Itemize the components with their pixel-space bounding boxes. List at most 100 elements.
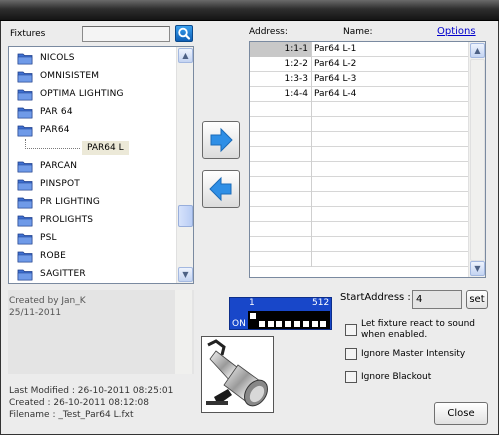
- tree-item[interactable]: OPTIMA LIGHTING: [9, 85, 177, 103]
- tree-item[interactable]: SAGITTER: [9, 265, 177, 283]
- filename-text: Filename : _Test_Par64 L.fxt: [9, 410, 134, 420]
- grid-row-empty[interactable]: [250, 147, 471, 162]
- grid-address-cell: 1:3-3: [250, 72, 312, 87]
- fixture-image: [201, 336, 274, 413]
- grid-row[interactable]: 1:2-2 Par64 L-2: [250, 57, 471, 72]
- tree-item-label: NICOLS: [40, 53, 75, 63]
- search-button[interactable]: [175, 25, 193, 42]
- grid-scroll-down-button[interactable]: ▼: [470, 261, 485, 276]
- grid-scroll-up-button[interactable]: ▲: [470, 43, 485, 58]
- tree-child-item[interactable]: PAR64 L: [19, 139, 169, 157]
- grid-name-cell: Par64 L-1: [314, 44, 357, 54]
- grid-row-empty[interactable]: [250, 207, 471, 222]
- scroll-up-button[interactable]: ▲: [178, 48, 193, 63]
- start-address-label: StartAddress :: [340, 292, 411, 303]
- folder-icon: [17, 161, 33, 173]
- tree-item[interactable]: PAR64: [9, 121, 177, 139]
- sound-reactive-label: Let fixture react to sound when enabled.: [361, 319, 476, 340]
- grid-scrollbar[interactable]: ▲ ▼: [468, 42, 485, 277]
- grid-address-cell: [250, 177, 312, 192]
- folder-icon: [17, 233, 33, 245]
- dmx-on-label: ON: [232, 319, 246, 329]
- dmx-switch: [250, 313, 256, 319]
- folder-icon: [17, 53, 33, 65]
- tree-child-label: PAR64 L: [82, 141, 129, 155]
- arrow-right-icon: [210, 127, 233, 153]
- scroll-down-button[interactable]: ▼: [178, 267, 193, 282]
- dmx-start-label: 1: [249, 298, 255, 308]
- tree-item-label: PSL: [40, 233, 57, 243]
- tree-item[interactable]: PINSPOT: [9, 175, 177, 193]
- tree-item[interactable]: NICOLS: [9, 49, 177, 67]
- grid-row[interactable]: 1:4-4 Par64 L-4: [250, 87, 471, 102]
- grid-address-cell: [250, 102, 312, 117]
- sound-reactive-checkbox[interactable]: [345, 324, 357, 336]
- remove-fixture-button[interactable]: [202, 170, 240, 208]
- grid-row-empty[interactable]: [250, 117, 471, 132]
- grid-row[interactable]: 1:3-3 Par64 L-3: [250, 72, 471, 87]
- grid-address-cell: [250, 207, 312, 222]
- scroll-thumb[interactable]: [178, 205, 193, 227]
- grid-address-cell: [250, 192, 312, 207]
- grid-row-empty[interactable]: [250, 132, 471, 147]
- grid-row-empty[interactable]: [250, 102, 471, 117]
- created-date-text: 25/11-2011: [9, 308, 62, 318]
- grid-address-cell: 1:1-1: [250, 42, 312, 57]
- fixture-info-panel: Created by Jan_K 25/11-2011: [8, 290, 194, 374]
- folder-icon: [17, 71, 33, 83]
- tree-item-label: SAGITTER: [40, 269, 86, 279]
- grid-row-empty[interactable]: [250, 162, 471, 177]
- grid-scroll-track: [470, 59, 485, 261]
- grid-row-empty[interactable]: [250, 192, 471, 207]
- ignore-master-checkbox[interactable]: [345, 348, 357, 360]
- folder-icon: [17, 269, 33, 281]
- grid-address-cell: 1:2-2: [250, 57, 312, 72]
- dmx-switch: [267, 321, 274, 327]
- window-titlebar[interactable]: [0, 0, 499, 21]
- grid-address-cell: 1:4-4: [250, 87, 312, 102]
- created-text: Created : 26-10-2011 08:12:08: [9, 398, 149, 408]
- tree-scrollbar[interactable]: ▲ ▼: [176, 47, 193, 283]
- add-fixture-button[interactable]: [202, 121, 240, 159]
- ignore-master-label: Ignore Master Intensity: [361, 349, 466, 359]
- fixture-search-input[interactable]: [82, 26, 170, 42]
- dmx-switch: [302, 321, 309, 327]
- tree-item-label: PARCAN: [40, 161, 78, 171]
- last-modified-text: Last Modified : 26-10-2011 08:25:01: [9, 386, 174, 396]
- folder-icon: [17, 197, 33, 209]
- grid-address-cell: [250, 237, 312, 252]
- fixture-tree[interactable]: NICOLS OMNISISTEM OPTIMA LIGHTING PAR 64 PAR…: [8, 46, 194, 284]
- grid-row[interactable]: 1:1-1 Par64 L-1: [250, 42, 471, 57]
- search-icon: [178, 27, 191, 40]
- tree-item[interactable]: PAR 64: [9, 103, 177, 121]
- info-scrollbar[interactable]: [175, 290, 192, 374]
- fixtures-label: Fixtures: [10, 29, 46, 39]
- options-link[interactable]: Options: [437, 26, 476, 37]
- tree-item[interactable]: PSL: [9, 229, 177, 247]
- dmx-dip-switches: [248, 311, 330, 329]
- start-address-input[interactable]: 4: [412, 290, 462, 309]
- set-address-button[interactable]: set: [466, 290, 488, 309]
- patch-grid[interactable]: 1:1-1 Par64 L-1 1:2-2 Par64 L-2 1:3-3 Par64 L…: [249, 41, 486, 278]
- grid-row-empty[interactable]: [250, 177, 471, 192]
- folder-icon: [17, 179, 33, 191]
- grid-address-cell: [250, 132, 312, 147]
- grid-row-empty[interactable]: [250, 222, 471, 237]
- close-button[interactable]: Close: [434, 402, 488, 425]
- grid-name-cell: Par64 L-4: [314, 89, 357, 99]
- grid-row-empty[interactable]: [250, 237, 471, 252]
- ignore-blackout-checkbox[interactable]: [345, 371, 357, 383]
- tree-connector: [25, 139, 80, 149]
- tree-item[interactable]: ROBE: [9, 247, 177, 265]
- grid-row-empty[interactable]: [250, 252, 471, 267]
- tree-item[interactable]: PR LIGHTING: [9, 193, 177, 211]
- dmx-switch: [285, 321, 292, 327]
- tree-item[interactable]: OMNISISTEM: [9, 67, 177, 85]
- tree-item-label: PAR64: [40, 125, 70, 135]
- tree-item[interactable]: PROLIGHTS: [9, 211, 177, 229]
- grid-address-cell: [250, 222, 312, 237]
- dmx-address-indicator: 1 512 ON: [229, 297, 332, 330]
- dmx-end-label: 512: [312, 298, 330, 308]
- tree-item[interactable]: PARCAN: [9, 157, 177, 175]
- dmx-switch: [294, 321, 300, 327]
